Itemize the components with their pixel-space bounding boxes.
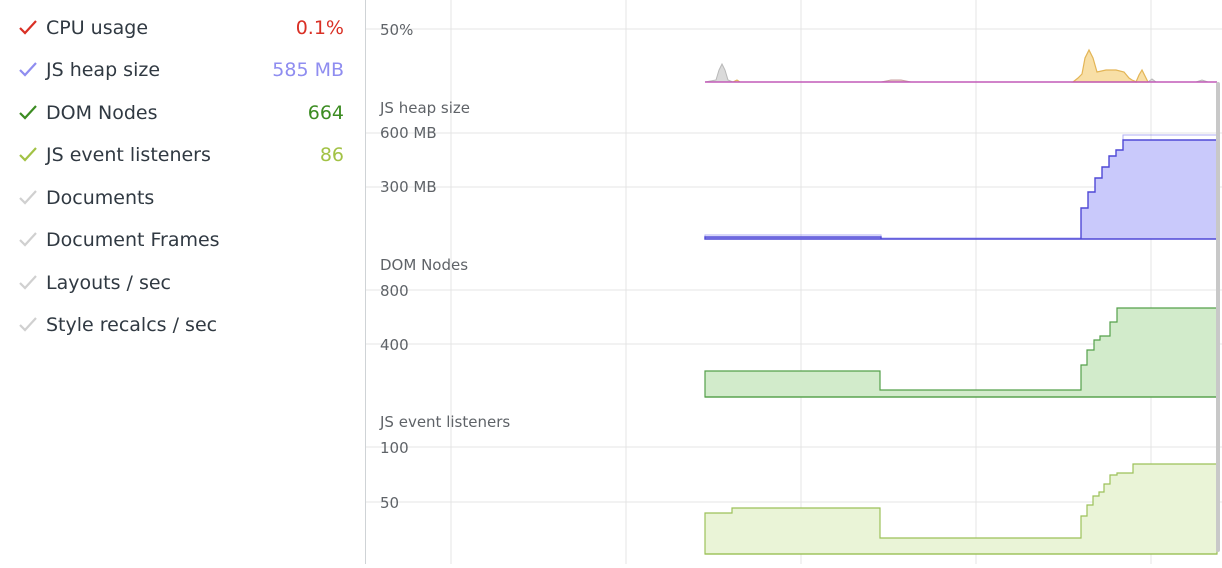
value-gridlines	[366, 28, 1222, 503]
charts-svg: 50% JS heap size 600 MB 300 MB DOM Nodes…	[366, 0, 1222, 564]
heap-used-area	[704, 139, 1218, 240]
metric-label: Document Frames	[46, 229, 220, 251]
chart-title: JS event listeners	[379, 413, 510, 431]
metric-layouts-per-sec[interactable]: Layouts / sec	[0, 265, 365, 307]
metric-label: Documents	[46, 187, 155, 209]
check-icon[interactable]	[18, 188, 38, 208]
metric-documents[interactable]: Documents	[0, 180, 365, 222]
tick-label: 400	[380, 336, 409, 354]
metric-label: Style recalcs / sec	[46, 314, 218, 336]
vertical-scrollbar[interactable]	[1216, 82, 1220, 552]
tick-label: 100	[380, 439, 409, 457]
metric-document-frames[interactable]: Document Frames	[0, 222, 365, 264]
counters-sidebar: CPU usage 0.1% JS heap size 585 MB DOM N…	[0, 0, 365, 564]
metric-cpu-usage[interactable]: CPU usage 0.1%	[0, 10, 365, 52]
metric-label: Layouts / sec	[46, 272, 172, 294]
dom-nodes-area	[704, 307, 1218, 398]
check-icon[interactable]	[18, 145, 38, 165]
cpu-area-gray	[704, 62, 734, 83]
metric-style-recalcs-per-sec[interactable]: Style recalcs / sec	[0, 307, 365, 349]
cpu-area-scripting-2	[1135, 68, 1149, 83]
cpu-area-scripting	[1071, 48, 1138, 83]
check-icon[interactable]	[18, 18, 38, 38]
performance-monitor-charts: 50% JS heap size 600 MB 300 MB DOM Nodes…	[366, 0, 1222, 564]
metric-js-heap-size[interactable]: JS heap size 585 MB	[0, 52, 365, 94]
time-gridlines	[450, 0, 1152, 564]
tick-label: 50%	[380, 21, 413, 39]
metric-label: JS event listeners	[46, 144, 211, 166]
cpu-usage-chart: 50%	[380, 21, 1217, 83]
check-icon[interactable]	[18, 60, 38, 80]
metric-js-event-listeners[interactable]: JS event listeners 86	[0, 137, 365, 179]
check-icon[interactable]	[18, 103, 38, 123]
metric-value: 0.1%	[295, 17, 344, 39]
dom-nodes-chart: DOM Nodes 800 400	[380, 256, 1218, 398]
metric-label: DOM Nodes	[46, 102, 158, 124]
metric-dom-nodes[interactable]: DOM Nodes 664	[0, 95, 365, 137]
metric-value: 664	[307, 102, 344, 124]
metric-value: 585 MB	[272, 59, 344, 81]
tick-label: 800	[380, 282, 409, 300]
js-event-listeners-chart: JS event listeners 100 50	[379, 413, 1218, 555]
metric-label: CPU usage	[46, 17, 149, 39]
check-icon[interactable]	[18, 273, 38, 293]
check-icon[interactable]	[18, 230, 38, 250]
check-icon[interactable]	[18, 315, 38, 335]
tick-label: 600 MB	[380, 124, 437, 142]
metric-label: JS heap size	[46, 59, 161, 81]
listeners-area	[704, 463, 1218, 555]
chart-title: JS heap size	[379, 99, 470, 117]
tick-label: 50	[380, 494, 399, 512]
js-heap-chart: JS heap size 600 MB 300 MB	[379, 99, 1218, 240]
tick-label: 300 MB	[380, 178, 437, 196]
chart-title: DOM Nodes	[380, 256, 468, 274]
metric-value: 86	[319, 144, 344, 166]
